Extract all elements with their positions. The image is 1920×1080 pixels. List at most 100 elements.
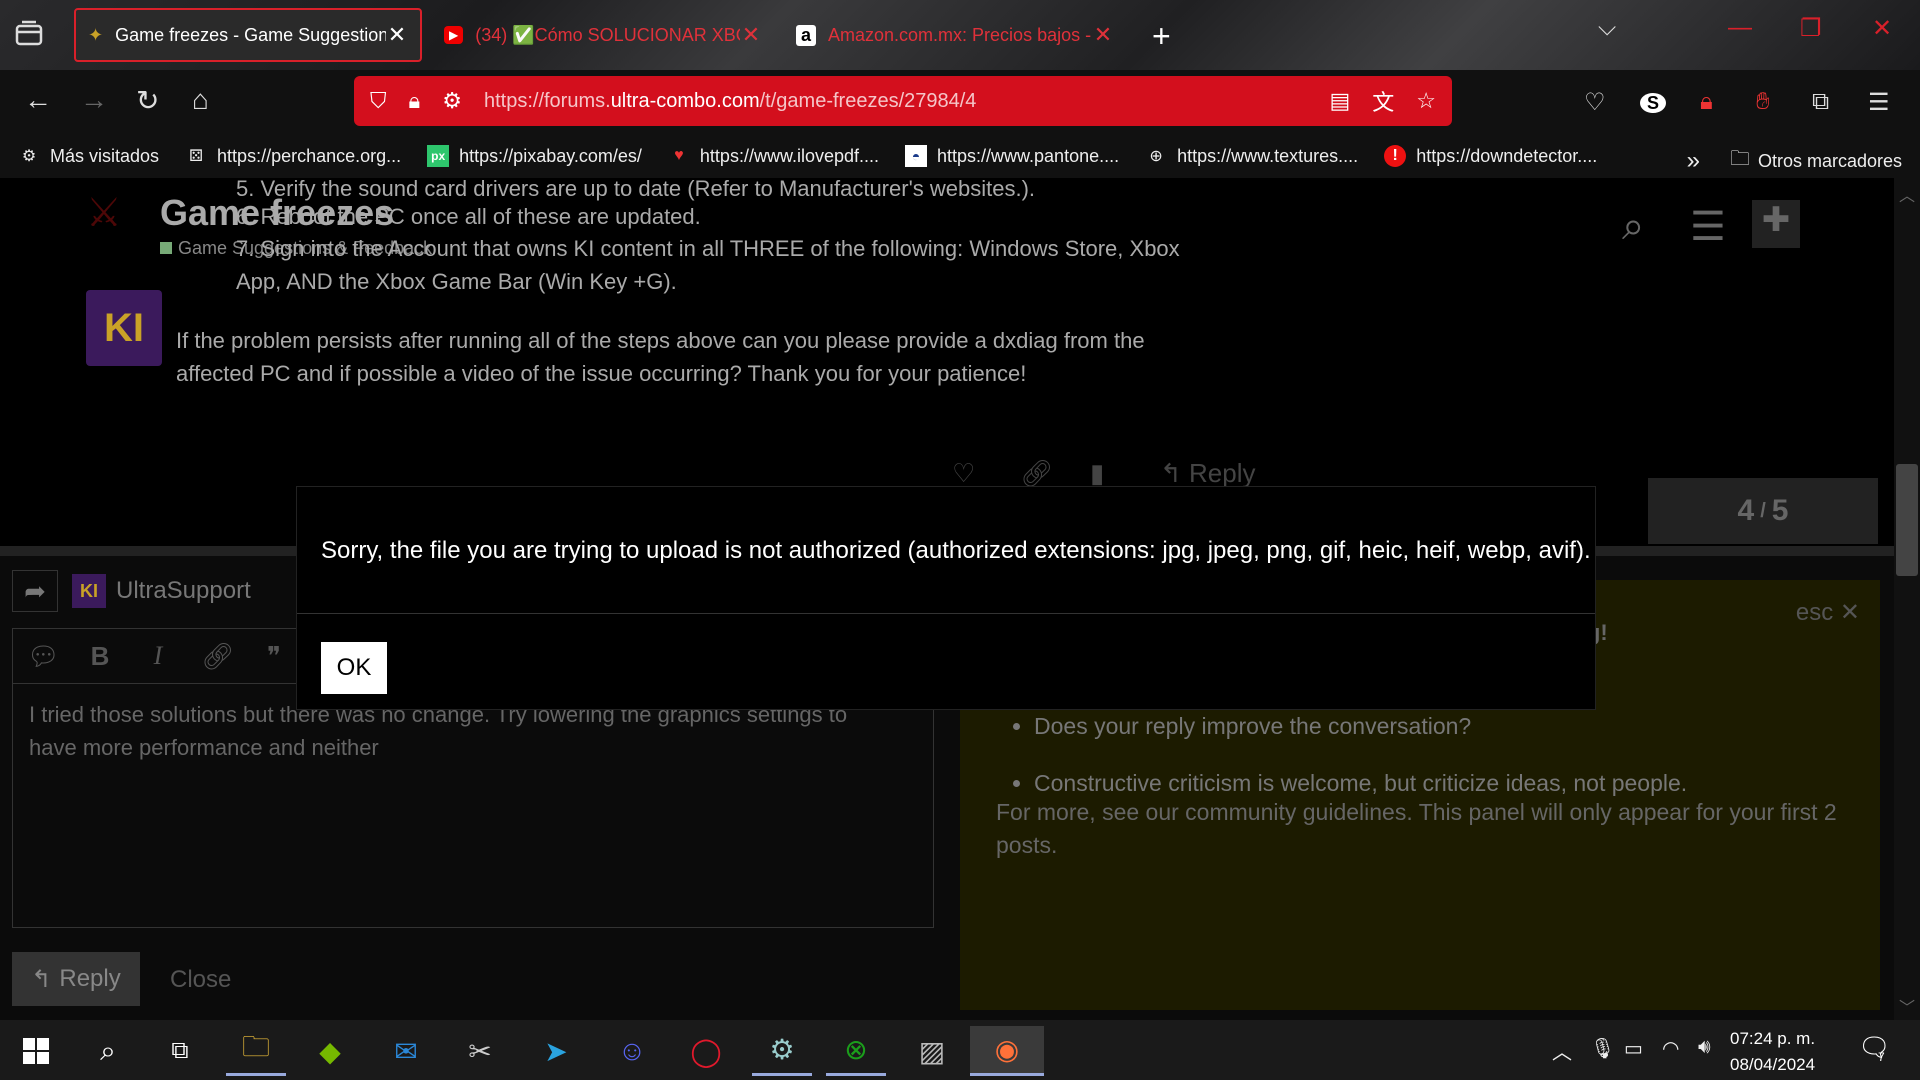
alert-icon: ! [1384,145,1407,167]
reply-to-icon[interactable]: ➦ [12,570,58,612]
tab-amazon[interactable]: a Amazon.com.mx: Precios bajos - ✕ [790,8,1120,62]
user-avatar[interactable]: ✚ [1752,200,1800,248]
bookmark-pixabay[interactable]: px https://pixabay.com/es/ [427,145,642,167]
translate-icon[interactable]: 文 [1372,85,1394,117]
steam-icon[interactable]: ⚙ [752,1026,812,1076]
reload-icon[interactable]: ↻ [136,84,159,117]
paint-icon[interactable]: ▨ [902,1026,962,1076]
shield-icon[interactable]: ⛉ [370,88,387,114]
quote-bubble-icon[interactable]: 💬︎ [27,641,60,672]
tab-list-icon[interactable] [14,20,50,50]
mail-icon[interactable]: ✉ [376,1026,436,1076]
home-icon[interactable]: ⌂ [192,84,209,116]
forward-icon[interactable]: → [80,84,108,116]
notification-count: 7 [1878,1050,1885,1064]
microphone-icon[interactable]: 🎙︎ [1590,1036,1615,1061]
reply-button[interactable]: ↰ Reply [12,952,140,1006]
chevron-down-icon[interactable]: ⌵ [1598,14,1616,42]
post-text-line: 6. Reboot the PC once all of these are u… [236,204,701,229]
ki-favicon-icon: ✦ [88,24,104,45]
scroll-thumb[interactable] [1896,464,1918,576]
star-icon[interactable]: ☆ [1416,88,1436,114]
notifications-icon[interactable]: 🗨︎ [1858,1032,1891,1063]
lock-icon[interactable]: 🔒︎ [409,88,421,114]
volume-icon[interactable]: 🔊︎ [1698,1036,1711,1059]
back-icon[interactable]: ← [24,84,52,116]
like-icon[interactable]: ♡ [952,458,975,489]
close-icon[interactable]: ✕ [386,22,408,48]
nvidia-icon[interactable]: ◆ [300,1026,360,1076]
file-explorer-icon[interactable]: 🗀 [226,1026,286,1076]
pocket-icon[interactable]: ♡ [1584,88,1606,117]
bookmark-perchance[interactable]: ⚄ https://perchance.org... [185,145,401,167]
tips-footer: For more, see our community guidelines. … [996,799,1837,858]
site-logo[interactable]: ⚔ [86,190,152,256]
windows-start-icon[interactable] [6,1026,66,1076]
tab-youtube[interactable]: ▶ (34) ✅Cómo SOLUCIONAR XBOX ✕ [438,8,768,62]
tab-game-freezes[interactable]: ✦ Game freezes - Game Suggestion ✕ [74,8,422,62]
chevron-up-icon[interactable]: ︿ [1552,1036,1572,1065]
timeline-total: 5 [1771,494,1789,527]
poster-avatar[interactable]: KI [86,290,162,366]
lock-extension-icon[interactable]: 🔒︎ [1700,88,1713,116]
snipping-tool-icon[interactable]: ✂ [450,1026,510,1076]
window-close-icon[interactable]: ✕ [1872,14,1892,43]
search-icon[interactable]: ⌕ [78,1026,138,1076]
address-bar[interactable]: ⛉ 🔒︎ ⚙ https://forums.ultra-combo.com/t/… [354,76,1452,126]
xbox-icon[interactable]: ⊗ [826,1026,886,1076]
permissions-icon[interactable]: ⚙ [442,88,462,114]
search-icon[interactable]: ⌕ [1622,204,1644,249]
opera-icon[interactable]: ◯ [676,1026,736,1076]
windows-taskbar: ⌕ ⧉ 🗀 ◆ ✉ ✂ ➤ ☺ ◯ ⚙ ⊗ ▨ ◉ ︿ 🎙︎ ▭ ◠ 🔊︎ 07… [0,1020,1920,1080]
close-icon[interactable]: ✕ [740,22,762,48]
bold-icon[interactable]: B [85,641,115,672]
bookmark-textures[interactable]: ⊕ https://www.textures.... [1145,145,1358,167]
battery-icon[interactable]: ▭ [1624,1036,1643,1061]
chevron-double-right-icon[interactable]: » [1687,147,1700,175]
bookmarks-overflow: » 🗀 Otros marcadores [1687,144,1902,178]
topic-timeline[interactable]: 4 / 5 [1648,478,1878,544]
bookmark-ilovepdf[interactable]: ♥ https://www.ilovepdf.... [668,145,879,167]
bookmark-label: https://www.ilovepdf.... [699,145,879,166]
scroll-down-icon[interactable]: ﹀ [1899,994,1915,1018]
s-extension-icon[interactable]: S [1640,88,1667,116]
dice-icon: ⚄ [189,148,203,165]
link-icon[interactable]: 🔗︎ [201,641,234,672]
extensions-icon[interactable]: ⧉ [1812,88,1829,116]
tips-close[interactable]: esc ✕ [1796,598,1860,627]
minimize-icon[interactable]: — [1728,14,1752,42]
firefox-icon[interactable]: ◉ [970,1026,1044,1076]
italic-icon[interactable]: I [143,641,173,671]
bookmark-label: Más visitados [50,145,160,166]
scroll-up-icon[interactable]: ︿ [1899,182,1915,206]
close-composer-link[interactable]: Close [170,966,231,994]
bookmark-pantone[interactable]: ◓ https://www.pantone.... [905,145,1119,167]
system-clock[interactable]: 07:24 p. m. 08/04/2024 [1730,1026,1815,1078]
blockquote-icon[interactable]: ❞ [259,641,289,672]
menu-icon[interactable]: ☰ [1868,88,1890,117]
editor-text-line: have more performance and neither [29,735,379,760]
discord-icon[interactable]: ☺ [602,1026,662,1076]
folder-icon: 🗀 [1729,148,1750,170]
restore-icon[interactable]: ❐ [1800,14,1822,43]
hamburger-menu-icon[interactable]: ☰ [1690,204,1726,250]
telegram-icon[interactable]: ➤ [526,1026,586,1076]
wifi-icon[interactable]: ◠ [1662,1036,1679,1061]
ok-button[interactable]: OK [321,642,387,694]
other-bookmarks[interactable]: Otros marcadores [1758,151,1902,172]
bookmark-downdetector[interactable]: ! https://downdetector.... [1384,145,1597,167]
task-view-icon[interactable]: ⧉ [150,1026,210,1076]
bookmark-icon[interactable]: ▮ [1090,458,1104,489]
bookmark-most-visited[interactable]: ⚙ Más visitados [18,145,159,167]
clock-time: 07:24 p. m. [1730,1029,1816,1048]
link-icon[interactable]: 🔗︎ [1020,458,1053,489]
post-text-line: affected PC and if possible a video of t… [176,361,1027,386]
reply-textarea[interactable]: I tried those solutions but there was no… [12,684,934,928]
hand-extension-icon[interactable]: ✋︎ [1756,88,1770,116]
close-icon[interactable]: ✕ [1092,22,1114,48]
page-scrollbar[interactable]: ︿ ﹀ [1894,178,1920,1020]
new-tab-icon[interactable]: + [1152,18,1171,55]
reader-view-icon[interactable]: ▤ [1329,88,1350,114]
post-reply-button[interactable]: ↰ Reply [1160,458,1256,489]
url-text[interactable]: https://forums.ultra-combo.com/t/game-fr… [484,90,1307,113]
